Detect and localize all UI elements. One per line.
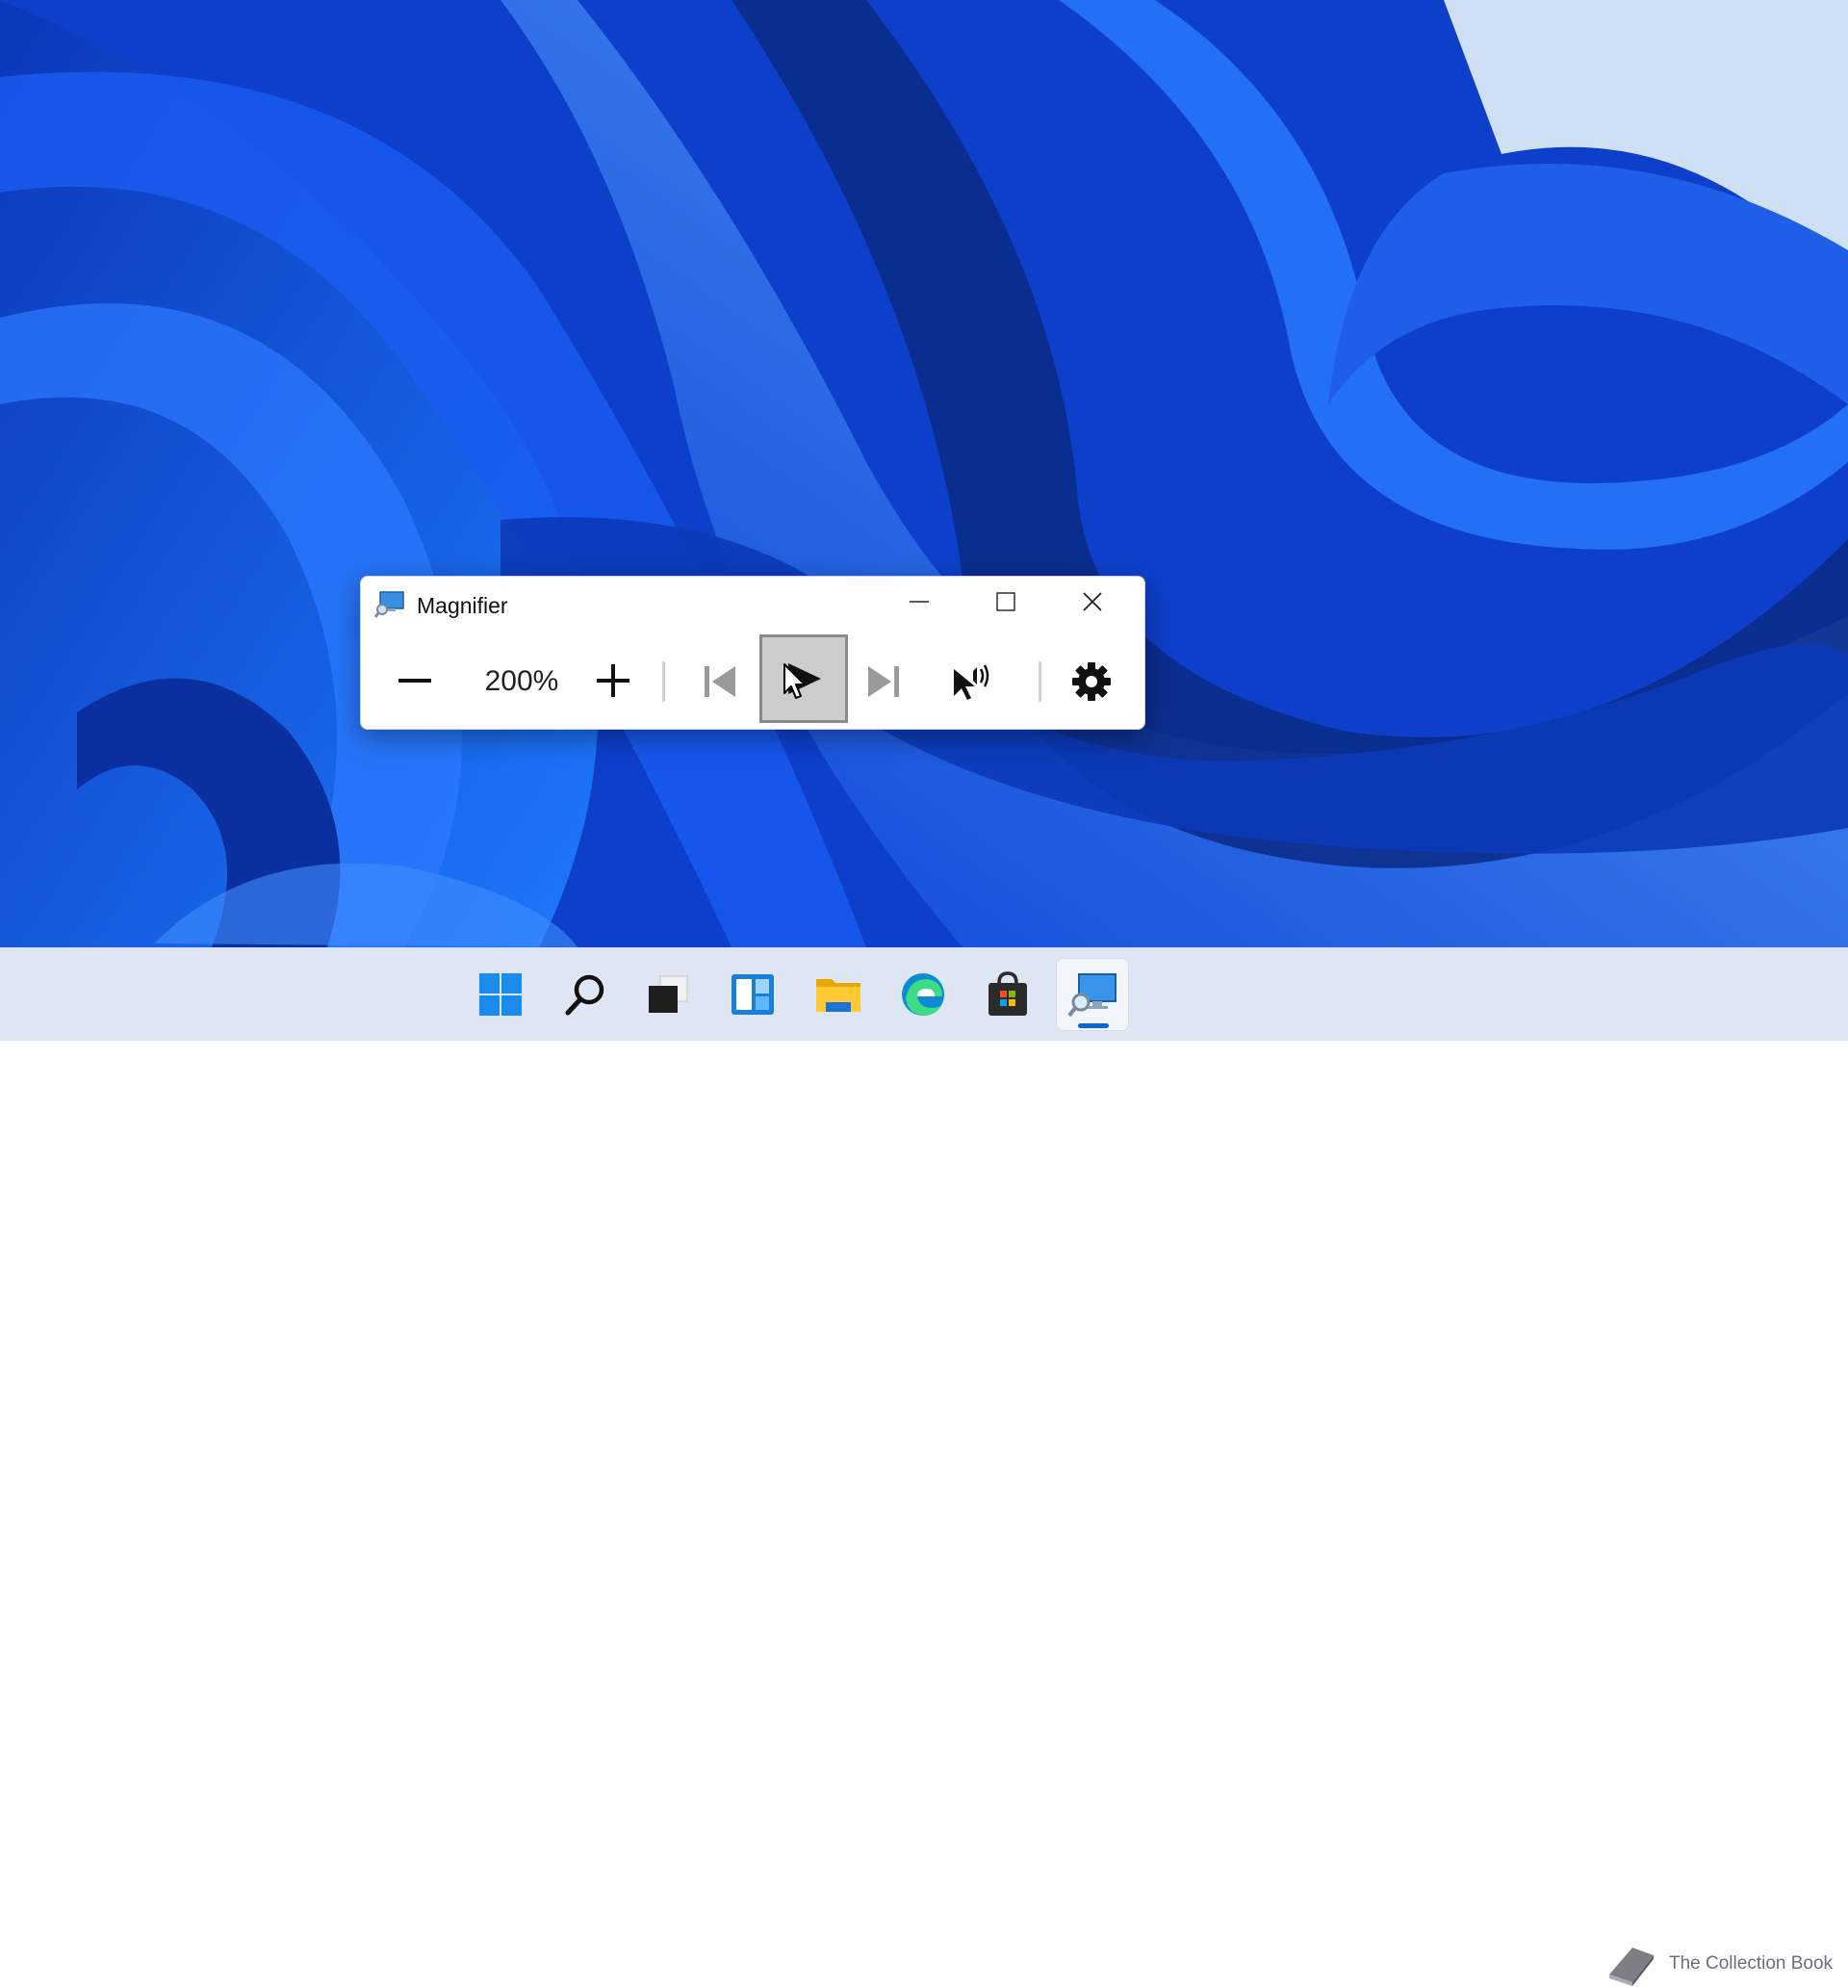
taskbar-search[interactable]	[549, 958, 622, 1031]
edge-icon	[902, 973, 944, 1016]
read-from-here-icon	[954, 664, 989, 700]
taskbar: The Collection Book	[0, 947, 1848, 1986]
taskbar-edge[interactable]	[886, 958, 960, 1031]
book-icon	[1609, 1948, 1654, 1986]
taskbar-store[interactable]	[971, 958, 1044, 1031]
magnifier-toolbar: 200%	[361, 634, 1144, 729]
maximize-button[interactable]	[967, 582, 1044, 621]
minus-icon	[398, 679, 431, 683]
bloom-wallpaper	[0, 0, 1848, 947]
taskbar-widgets[interactable]	[716, 958, 789, 1031]
next-button[interactable]	[852, 650, 915, 713]
minimize-button[interactable]	[881, 582, 958, 621]
window-title: Magnifier	[417, 593, 508, 618]
magnifier-icon	[373, 590, 405, 619]
toolbar-divider	[1039, 661, 1041, 702]
taskbar-file-explorer[interactable]	[802, 958, 875, 1031]
previous-icon	[705, 666, 735, 697]
desktop-wallpaper: Magnifier 200%	[0, 0, 1848, 947]
folder-icon	[816, 979, 860, 1012]
magnifier-icon	[1067, 973, 1116, 1018]
active-app-indicator	[1078, 1023, 1109, 1028]
watermark-text: The Collection Book	[1669, 1953, 1834, 1974]
close-button[interactable]	[1054, 582, 1131, 621]
plus-icon	[597, 664, 629, 697]
zoom-out-button[interactable]	[388, 654, 442, 708]
previous-button[interactable]	[688, 650, 752, 713]
title-bar[interactable]: Magnifier	[361, 577, 1144, 634]
read-from-here-button[interactable]	[938, 648, 1006, 715]
widgets-icon	[732, 974, 774, 1015]
minimize-icon	[910, 601, 929, 603]
mouse-cursor-icon	[783, 663, 806, 699]
next-icon	[868, 666, 899, 697]
store-icon	[988, 971, 1027, 1016]
search-icon	[565, 974, 604, 1016]
toolbar-divider	[662, 661, 665, 702]
close-icon	[1083, 592, 1102, 611]
settings-button[interactable]	[1060, 650, 1123, 713]
gear-icon	[1072, 662, 1111, 701]
taskbar-start[interactable]	[464, 958, 537, 1031]
zoom-level: 200%	[484, 665, 559, 697]
windows-logo-icon	[479, 973, 522, 1016]
watermark: The Collection Book	[1604, 1934, 1848, 1988]
taskbar-task-view[interactable]	[631, 958, 705, 1031]
taskbar-magnifier[interactable]	[1056, 958, 1129, 1031]
zoom-in-button[interactable]	[586, 654, 640, 708]
maximize-icon	[996, 592, 1015, 611]
task-view-icon	[649, 975, 688, 1013]
magnifier-window: Magnifier 200%	[360, 576, 1145, 730]
